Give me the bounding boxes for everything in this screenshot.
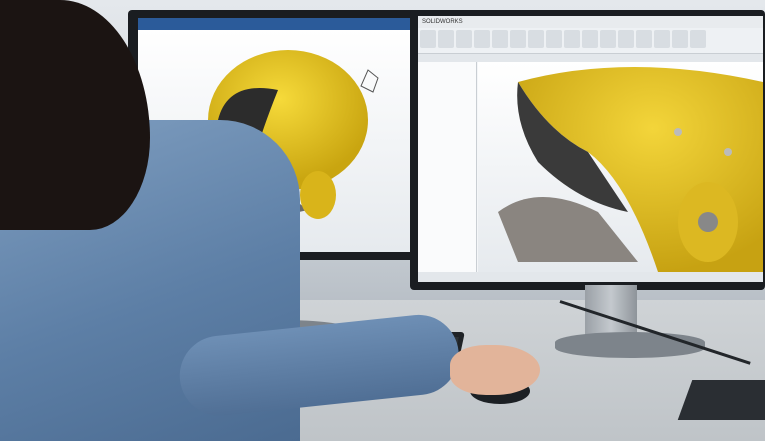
ribbon-button[interactable]: [420, 30, 436, 48]
ribbon-button[interactable]: [474, 30, 490, 48]
tree-item[interactable]: [418, 125, 476, 132]
tree-item[interactable]: [418, 69, 476, 76]
tablet-device: [677, 380, 765, 420]
ribbon-button[interactable]: [582, 30, 598, 48]
tree-item[interactable]: [418, 118, 476, 125]
ribbon-button[interactable]: [456, 30, 472, 48]
ribbon-button[interactable]: [618, 30, 634, 48]
ribbon-button[interactable]: [636, 30, 652, 48]
right-monitor-screen: SOLIDWORKS: [418, 16, 763, 282]
command-ribbon[interactable]: [418, 28, 763, 54]
ribbon-button[interactable]: [510, 30, 526, 48]
tree-item[interactable]: [418, 97, 476, 104]
ribbon-button[interactable]: [528, 30, 544, 48]
person-hand: [450, 345, 540, 395]
tree-item[interactable]: [418, 104, 476, 111]
ribbon-button[interactable]: [438, 30, 454, 48]
ribbon-button[interactable]: [600, 30, 616, 48]
right-3d-viewport[interactable]: [478, 62, 763, 272]
photo-scene: SOLIDWORKS: [0, 0, 765, 441]
tree-item[interactable]: [418, 90, 476, 97]
right-monitor-base: [555, 332, 705, 358]
command-tabs[interactable]: [418, 54, 763, 62]
ribbon-button[interactable]: [564, 30, 580, 48]
status-bar: [418, 272, 763, 282]
ribbon-button[interactable]: [492, 30, 508, 48]
ribbon-button[interactable]: [672, 30, 688, 48]
ribbon-button[interactable]: [690, 30, 706, 48]
right-app-titlebar: SOLIDWORKS: [418, 16, 763, 28]
ribbon-button[interactable]: [546, 30, 562, 48]
tree-item[interactable]: [418, 139, 476, 146]
tree-item[interactable]: [418, 76, 476, 83]
right-monitor: SOLIDWORKS: [410, 10, 765, 290]
tree-item[interactable]: [418, 83, 476, 90]
tree-item[interactable]: [418, 62, 476, 69]
ribbon-button[interactable]: [654, 30, 670, 48]
feature-tree[interactable]: [418, 62, 477, 272]
tree-item[interactable]: [418, 132, 476, 139]
helmet-model-right: [498, 67, 763, 272]
tree-item[interactable]: [418, 111, 476, 118]
left-app-titlebar: [138, 18, 412, 30]
